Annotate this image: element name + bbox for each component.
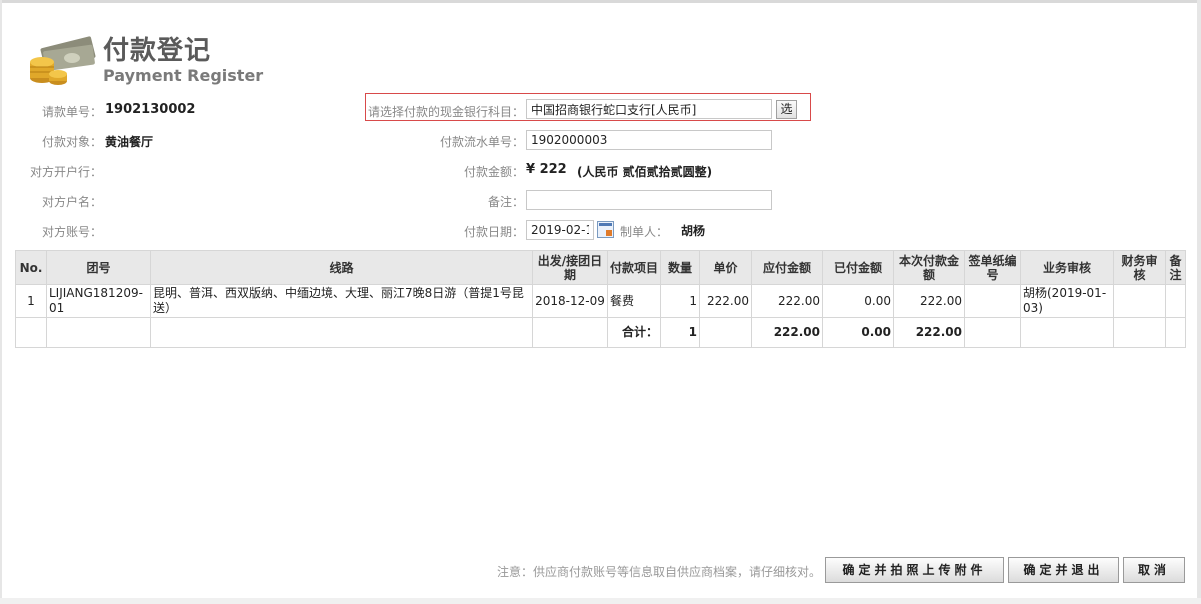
total-cell-empty (46, 317, 151, 348)
select-bank-button[interactable]: 选 (776, 100, 797, 119)
col-header-item: 付款项目 (607, 250, 661, 285)
calendar-icon[interactable] (597, 221, 614, 238)
col-header-voucher: 签单纸编号 (964, 250, 1021, 285)
total-cell-empty (964, 317, 1021, 348)
payment-detail-table: No. 团号 线路 出发/接团日期 付款项目 数量 单价 应付金额 已付金额 本… (15, 250, 1186, 348)
cell-route: 昆明、普洱、西双版纳、中缅边境、大理、丽江7晚8日游（普提1号昆送） (150, 284, 533, 318)
col-header-date: 出发/接团日期 (532, 250, 608, 285)
window-bottom-strip (0, 598, 1201, 604)
col-header-fin-audit: 财务审核 (1113, 250, 1166, 285)
col-header-paid: 已付金额 (822, 250, 894, 285)
date-label: 付款日期： (463, 225, 524, 239)
serial-label: 付款流水单号： (439, 135, 524, 149)
table-row[interactable]: 1 LIJIANG181209-01 昆明、普洱、西双版纳、中缅边境、大理、丽江… (15, 284, 1186, 318)
remark-field[interactable] (526, 190, 772, 210)
col-header-qty: 数量 (660, 250, 700, 285)
account-name-label: 对方户名： (41, 195, 102, 209)
amount-in-words: (人民币 贰佰贰拾贰圆整) (577, 165, 713, 179)
col-header-no: No. (15, 250, 47, 285)
cell-payable: 222.00 (751, 284, 823, 318)
payee-value: 黄油餐厅 (105, 135, 154, 149)
table-total-row: 合计： 1 222.00 0.00 222.00 (15, 317, 1186, 348)
total-cell-empty (1020, 317, 1114, 348)
cell-no: 1 (15, 284, 47, 318)
total-payable: 222.00 (751, 317, 823, 348)
window-top-border (0, 0, 1201, 3)
total-this-pay: 222.00 (893, 317, 965, 348)
total-cell-empty (532, 317, 608, 348)
page-subtitle: Payment Register (103, 66, 264, 85)
bank-account-field[interactable] (526, 99, 772, 119)
cell-group: LIJIANG181209-01 (46, 284, 151, 318)
total-cell-empty (15, 317, 47, 348)
table-header-row: No. 团号 线路 出发/接团日期 付款项目 数量 单价 应付金额 已付金额 本… (15, 250, 1186, 285)
col-header-price: 单价 (699, 250, 752, 285)
col-header-biz-audit: 业务审核 (1020, 250, 1114, 285)
total-label: 合计： (607, 317, 661, 348)
cell-qty: 1 (660, 284, 700, 318)
request-no-label: 请款单号： (41, 105, 102, 119)
total-paid: 0.00 (822, 317, 894, 348)
serial-no-field[interactable] (526, 130, 772, 150)
footer-note: 注意：供应商付款账号等信息取自供应商档案，请仔细核对。 (497, 565, 822, 579)
total-qty: 1 (660, 317, 700, 348)
total-cell-empty (150, 317, 533, 348)
cell-paid: 0.00 (822, 284, 894, 318)
cell-biz-audit: 胡杨(2019-01-03) (1020, 284, 1114, 318)
cell-remark (1165, 284, 1186, 318)
bank-label: 请选择付款的现金银行科目： (368, 105, 525, 119)
confirm-exit-button[interactable]: 确定并退出 (1008, 557, 1119, 583)
cell-date: 2018-12-09 (532, 284, 608, 318)
col-header-remark: 备注 (1165, 250, 1186, 285)
remark-label: 备注： (487, 195, 524, 209)
account-no-label: 对方账号： (41, 225, 102, 239)
cell-item: 餐费 (607, 284, 661, 318)
total-cell-empty (1113, 317, 1166, 348)
col-header-payable: 应付金额 (751, 250, 823, 285)
creator-label: 制单人： (620, 225, 669, 239)
amount-label: 付款金额： (463, 165, 524, 179)
window-left-border (0, 0, 2, 604)
amount-value: ¥ 222 (526, 162, 567, 177)
cell-this-pay: 222.00 (893, 284, 965, 318)
col-header-route: 线路 (150, 250, 533, 285)
cell-fin-audit (1113, 284, 1166, 318)
cell-price: 222.00 (699, 284, 752, 318)
payee-label: 付款对象： (41, 135, 102, 149)
total-cell-empty (699, 317, 752, 348)
counterparty-bank-label: 对方开户行： (29, 165, 102, 179)
window-right-border (1197, 0, 1201, 604)
cancel-button[interactable]: 取消 (1123, 557, 1185, 583)
col-header-group: 团号 (46, 250, 151, 285)
total-cell-empty (1165, 317, 1186, 348)
creator-value: 胡杨 (681, 224, 706, 238)
confirm-upload-button[interactable]: 确定并拍照上传附件 (825, 557, 1004, 583)
payment-date-field[interactable] (526, 220, 594, 240)
col-header-this-pay: 本次付款金额 (893, 250, 965, 285)
request-no-value: 1902130002 (105, 102, 196, 117)
cell-voucher (964, 284, 1021, 318)
money-stack-icon (30, 36, 96, 85)
page-title: 付款登记 (103, 36, 212, 66)
